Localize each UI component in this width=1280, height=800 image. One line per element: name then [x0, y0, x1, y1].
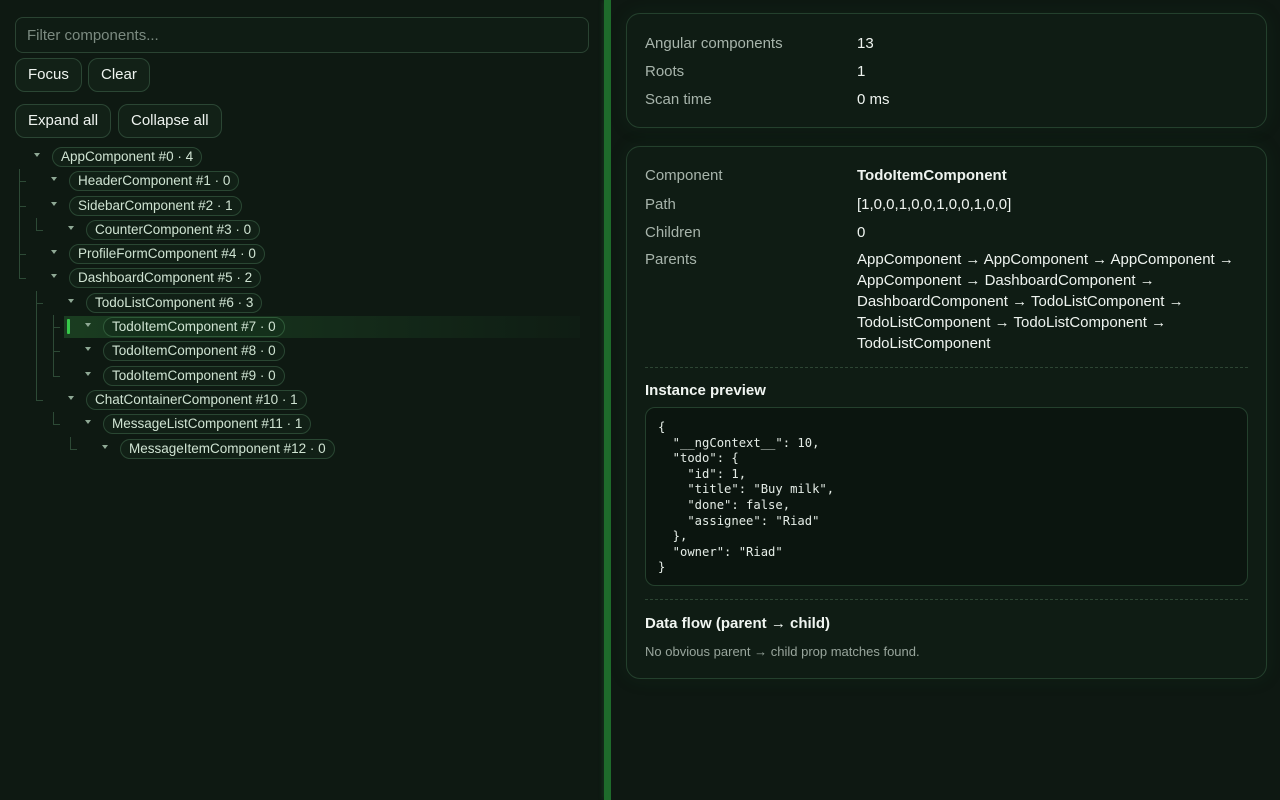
expand-caret-icon[interactable] [85, 347, 91, 352]
stat-label: Roots [645, 63, 685, 80]
children-label: Children [645, 224, 701, 241]
tree-node-label[interactable]: ChatContainerComponent #10 · 1 [86, 389, 307, 410]
parents-value: AppComponent → AppComponent → AppCompone… [857, 251, 1234, 352]
tree-elbow-line [36, 399, 43, 401]
clear-button[interactable]: Clear [88, 58, 150, 92]
instance-preview-title: Instance preview [645, 382, 766, 399]
collapse-all-button[interactable]: Collapse all [118, 104, 222, 138]
tree-elbow-line [53, 375, 60, 377]
parents-label: Parents [645, 251, 697, 268]
expand-caret-icon[interactable] [51, 250, 57, 255]
expand-caret-icon[interactable] [34, 153, 40, 157]
tree-elbow-line [53, 424, 60, 426]
tree-guide-line [36, 363, 37, 388]
tree-elbow-line [36, 302, 43, 304]
stat-value: 0 ms [857, 91, 890, 108]
tree-guide-line [19, 217, 20, 243]
path-value: [1,0,0,1,0,0,1,0,0,1,0,0] [857, 196, 1012, 213]
tree-node-label[interactable]: TodoListComponent #6 · 3 [86, 292, 263, 313]
tree-guide-line [36, 339, 37, 364]
stat-value: 1 [857, 63, 866, 80]
tree-row[interactable]: HeaderComponent #1 · 0 [0, 169, 604, 194]
tree-node-label[interactable]: SidebarComponent #2 · 1 [69, 195, 242, 216]
children-value: 0 [857, 224, 866, 241]
component-details-card: Component TodoItemComponent Path [1,0,0,… [626, 146, 1267, 679]
expand-caret-icon[interactable] [68, 298, 74, 303]
component-name: TodoItemComponent [857, 167, 1007, 184]
tree-row[interactable]: TodoItemComponent #8 · 0 [0, 339, 604, 364]
tree-row[interactable]: TodoListComponent #6 · 3 [0, 290, 604, 316]
tree-elbow-line [53, 327, 60, 329]
tree-row[interactable]: MessageItemComponent #12 · 0 [0, 436, 604, 461]
tree-node-label[interactable]: HeaderComponent #1 · 0 [69, 171, 240, 192]
instance-preview-code: { "__ngContext__": 10, "todo": { "id": 1… [645, 407, 1248, 586]
expand-caret-icon[interactable] [85, 323, 91, 328]
expand-caret-icon[interactable] [102, 444, 108, 449]
tree-row[interactable]: MessageListComponent #11 · 1 [0, 412, 604, 436]
details-panel: Angular components 13 Roots 1 Scan time … [611, 0, 1280, 800]
expand-all-button[interactable]: Expand all [15, 104, 112, 138]
tree-row[interactable]: CounterComponent #3 · 0 [0, 217, 604, 243]
tree-row[interactable]: SidebarComponent #2 · 1 [0, 193, 604, 218]
data-flow-message: No obvious parent → child prop matches f… [645, 644, 920, 659]
tree-node-label[interactable]: AppComponent #0 · 4 [52, 147, 203, 167]
component-tree-panel: Focus Clear Expand all Collapse all AppC… [0, 0, 604, 800]
tree-node-label[interactable]: ProfileFormComponent #4 · 0 [69, 244, 265, 265]
stat-label: Angular components [645, 35, 783, 52]
expand-caret-icon[interactable] [51, 274, 57, 279]
tree-elbow-line [19, 205, 26, 207]
tree-node-label[interactable]: TodoItemComponent #9 · 0 [103, 365, 285, 386]
tree-row[interactable]: TodoItemComponent #7 · 0 [0, 315, 604, 340]
focus-button[interactable]: Focus [15, 58, 82, 92]
tree-node-label[interactable]: MessageItemComponent #12 · 0 [120, 438, 335, 459]
tree-node-label[interactable]: CounterComponent #3 · 0 [86, 219, 261, 240]
tree-row[interactable]: TodoItemComponent #9 · 0 [0, 363, 604, 388]
expand-caret-icon[interactable] [68, 395, 74, 400]
tree-node-label[interactable]: DashboardComponent #5 · 2 [69, 268, 262, 289]
tree-elbow-line [70, 448, 77, 450]
stat-value: 13 [857, 35, 874, 52]
path-label: Path [645, 196, 676, 213]
tree-guide-line [36, 315, 37, 340]
section-divider [645, 367, 1248, 368]
tree-elbow-line [19, 278, 26, 280]
tree-node-label[interactable]: MessageListComponent #11 · 1 [103, 414, 312, 435]
panel-resize-handle[interactable] [604, 0, 611, 800]
data-flow-title: Data flow (parent → child) [645, 615, 831, 632]
component-label: Component [645, 167, 723, 184]
selection-indicator [67, 319, 70, 335]
stat-label: Scan time [645, 91, 712, 108]
expand-caret-icon[interactable] [51, 177, 57, 182]
filter-components-input[interactable] [15, 17, 589, 53]
expand-caret-icon[interactable] [85, 420, 91, 425]
expand-caret-icon[interactable] [85, 371, 91, 376]
tree-node-label[interactable]: TodoItemComponent #8 · 0 [103, 341, 285, 362]
tree-row[interactable]: DashboardComponent #5 · 2 [0, 266, 604, 290]
tree-node-label[interactable]: TodoItemComponent #7 · 0 [103, 317, 285, 338]
section-divider [645, 599, 1248, 600]
tree-elbow-line [19, 254, 26, 256]
stats-card: Angular components 13 Roots 1 Scan time … [626, 13, 1267, 128]
tree-row[interactable]: ChatContainerComponent #10 · 1 [0, 387, 604, 412]
tree-row[interactable]: ProfileFormComponent #4 · 0 [0, 242, 604, 267]
tree-row[interactable]: AppComponent #0 · 4 [0, 145, 604, 169]
expand-caret-icon[interactable] [51, 201, 57, 206]
component-tree: AppComponent #0 · 4 HeaderComponent #1 · … [0, 145, 604, 461]
tree-elbow-line [53, 351, 60, 353]
tree-elbow-line [36, 229, 43, 231]
tree-elbow-line [19, 181, 26, 183]
expand-caret-icon[interactable] [68, 225, 74, 230]
